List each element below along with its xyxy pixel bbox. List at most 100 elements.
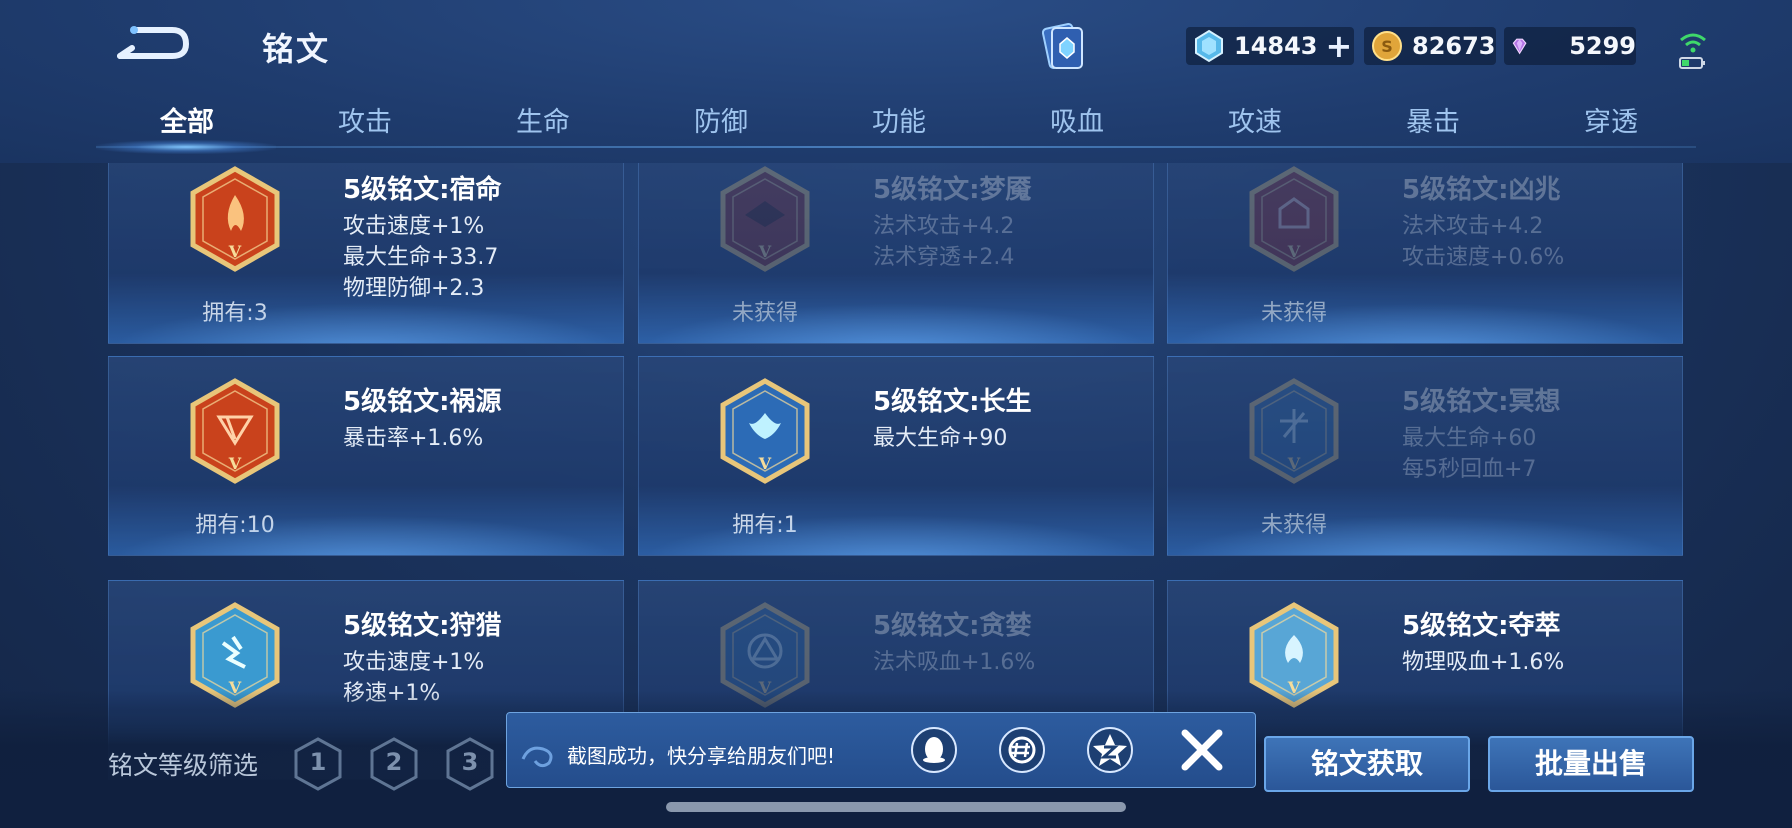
rune-title: 5级铭文:狩猎 [343,611,502,641]
rune-title: 5级铭文:冥想 [1402,387,1561,417]
rune-emblem-icon: V [1244,377,1344,487]
rune-stats: 最大生命+90 [873,423,1007,454]
category-tabs: 全部 攻击 生命 防御 功能 吸血 攻速 暴击 穿透 [96,100,1696,152]
toast-message: 截图成功，快分享给朋友们吧! [567,744,836,768]
wechat-moments-icon [999,727,1045,773]
rune-acquire-button[interactable]: 铭文获取 [1264,736,1470,792]
gem-value: 5299 [1569,32,1636,60]
rune-stats: 物理吸血+1.6% [1402,647,1564,678]
tab-9[interactable]: 穿透 [1536,100,1686,139]
level-filter-label: 3 [461,748,479,776]
rune-card[interactable]: V 5级铭文:冥想最大生命+60 每5秒回血+7 未获得 [1167,356,1683,556]
share-qq-button[interactable] [909,725,959,775]
rune-stat: 暴击率+1.6% [343,426,484,451]
rune-stat: 物理防御+2.3 [343,276,485,301]
tab-8[interactable]: 暴击 [1358,100,1508,139]
share-qzone-button[interactable] [1085,725,1135,775]
svg-text:V: V [1287,242,1301,261]
purple-gem-icon [1512,38,1527,55]
owned-count: 未获得 [1260,301,1327,326]
level-filter-label: 2 [385,748,403,776]
rune-card[interactable]: V 5级铭文:梦魇法术攻击+4.2 法术穿透+2.4 未获得 [638,144,1154,344]
rune-emblem-icon: V [715,165,815,275]
rune-title: 5级铭文:宿命 [343,175,502,205]
gold-balance: S 82673 [1364,27,1496,65]
rune-stat: 法术吸血+1.6% [873,650,1036,675]
bulk-sell-button[interactable]: 批量出售 [1488,736,1694,792]
rune-stats: 法术吸血+1.6% [873,647,1035,678]
tab-6[interactable]: 吸血 [1002,100,1152,139]
rune-stats: 最大生命+60 每5秒回血+7 [1402,423,1536,485]
rune-card[interactable]: V 5级铭文:凶兆法术攻击+4.2 攻击速度+0.6% 未获得 [1167,144,1683,344]
rune-title: 5级铭文:夺萃 [1402,611,1561,641]
svg-text:V: V [1287,454,1301,473]
rune-stat: 最大生命+60 [1402,426,1537,451]
tab-divider [96,146,1696,148]
owned-count: 拥有:1 [732,513,798,538]
back-arrow-icon [117,26,190,59]
svg-text:V: V [758,454,772,473]
share-moments-button[interactable] [997,725,1047,775]
rune-stats: 暴击率+1.6% [343,423,483,454]
tab-1[interactable]: 全部 [112,100,262,139]
add-diamond-button[interactable]: + [1326,30,1353,62]
home-indicator [666,802,1126,812]
level-filter-1[interactable]: 1 [292,736,344,792]
rune-title: 5级铭文:长生 [873,387,1032,417]
cloud-swirl-icon [521,746,553,768]
rune-stats: 攻击速度+1% 最大生命+33.7 物理防御+2.3 [343,211,498,304]
rune-cards-icon[interactable] [1034,18,1094,78]
rune-title: 5级铭文:凶兆 [1402,175,1561,205]
page-title: 铭文 [262,30,331,68]
owned-count: 拥有:3 [202,301,268,326]
qq-icon [911,727,957,773]
tab-5[interactable]: 功能 [824,100,974,139]
level-filter-label: 铭文等级筛选 [108,751,259,780]
screenshot-share-toast: 截图成功，快分享给朋友们吧! [506,712,1256,788]
rune-title: 5级铭文:祸源 [343,387,502,417]
rune-stat: 物理吸血+1.6% [1402,650,1565,675]
tab-4[interactable]: 防御 [646,100,796,139]
rune-stats: 法术攻击+4.2 攻击速度+0.6% [1402,211,1564,273]
gold-coin-icon: S [1372,31,1402,61]
back-button[interactable] [112,22,192,66]
diamond-icon [1195,29,1223,63]
active-tab-indicator [96,140,276,154]
tab-2[interactable]: 攻击 [290,100,440,139]
diamond-balance[interactable]: 14843 + [1186,27,1354,65]
network-status-icon [1676,28,1710,70]
level-filter-3[interactable]: 3 [444,736,496,792]
tab-7[interactable]: 攻速 [1180,100,1330,139]
rune-emblem-icon: V [185,377,285,487]
rune-stat: 法术攻击+4.2 [873,214,1015,239]
diamond-value: 14843 [1234,32,1318,60]
rune-stat: 最大生命+33.7 [343,245,499,270]
qzone-icon [1087,727,1133,773]
rune-stat: 攻击速度+0.6% [1402,245,1565,270]
rune-stat: 法术攻击+4.2 [1402,214,1544,239]
close-icon [1181,729,1223,771]
owned-count: 未获得 [1260,513,1327,538]
rune-stat: 攻击速度+1% [343,214,485,239]
gold-value: 82673 [1412,32,1496,60]
rune-card[interactable]: V 5级铭文:宿命攻击速度+1% 最大生命+33.7 物理防御+2.3 拥有:3 [108,144,624,344]
gem-balance: 5299 [1504,27,1636,65]
level-filter-2[interactable]: 2 [368,736,420,792]
svg-text:V: V [758,242,772,261]
rune-title: 5级铭文:贪婪 [873,611,1032,641]
rune-emblem-icon: V [715,377,815,487]
rune-title: 5级铭文:梦魇 [873,175,1032,205]
svg-text:V: V [228,242,242,261]
close-toast-button[interactable] [1175,723,1229,777]
rune-emblem-icon: V [1244,165,1344,275]
owned-count: 拥有:10 [195,513,275,538]
rune-card[interactable]: V 5级铭文:祸源暴击率+1.6% 拥有:10 [108,356,624,556]
svg-text:S: S [1381,37,1393,56]
owned-count: 未获得 [731,301,798,326]
rune-stat: 每5秒回血+7 [1402,457,1537,482]
svg-text:V: V [228,454,242,473]
rune-emblem-icon: V [185,165,285,275]
tab-3[interactable]: 生命 [468,100,618,139]
rune-card[interactable]: V 5级铭文:长生 最大生命+90 拥有:1 [638,356,1154,556]
rune-stat: 法术穿透+2.4 [873,245,1015,270]
